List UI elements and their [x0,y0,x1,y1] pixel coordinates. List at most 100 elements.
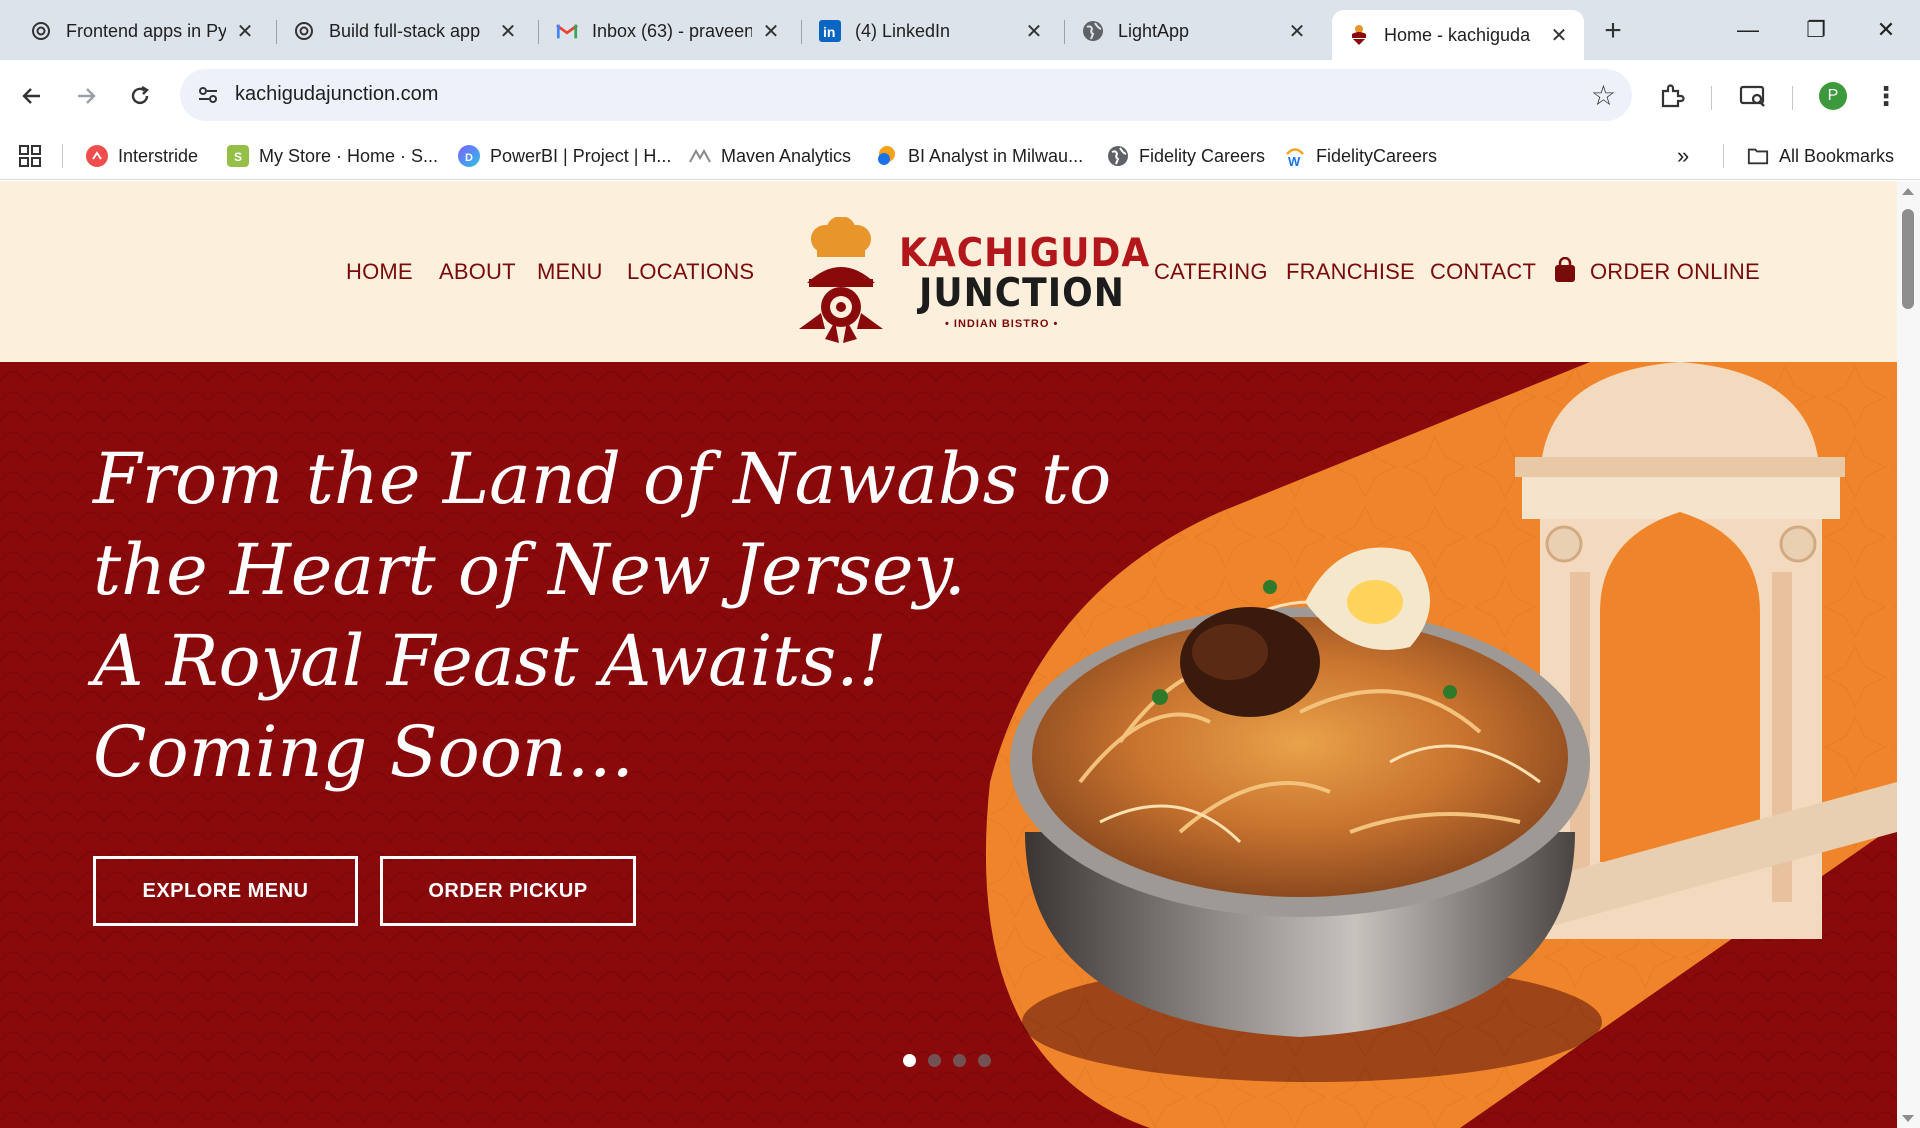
folder-icon [1747,145,1769,167]
bookmark-star-icon[interactable]: ☆ [1591,79,1616,112]
restore-button[interactable]: ❐ [1796,10,1836,50]
globe-icon [1107,145,1129,167]
nav-about[interactable]: ABOUT [439,259,516,285]
scroll-down-arrow-icon[interactable] [1902,1115,1914,1122]
bookmarks-bar: Interstride S My Store · Home · S... D P… [0,132,1920,180]
nav-menu[interactable]: MENU [537,259,603,285]
close-window-button[interactable]: ✕ [1866,10,1906,50]
interstride-icon [86,145,108,167]
logo-emblem-icon [799,217,883,343]
bookmark-interstride[interactable]: Interstride [86,142,198,170]
linkedin-icon: in [819,20,841,42]
carousel-dot-2[interactable] [928,1054,941,1067]
order-pickup-button[interactable]: ORDER PICKUP [380,856,636,926]
bookmark-maven-analytics[interactable]: Maven Analytics [689,142,851,170]
nav-catering[interactable]: CATERING [1154,259,1268,285]
toolbar-separator [1711,86,1712,110]
hero-line: From the Land of Nawabs to [93,438,1112,520]
nav-order-online[interactable]: ORDER ONLINE [1590,259,1760,285]
close-icon[interactable]: ✕ [1286,20,1308,43]
bookmark-label: Fidelity Careers [1139,145,1266,166]
tab-title: Build full-stack app [329,20,481,41]
bookmark-label: FidelityCareers [1316,145,1438,166]
globe-icon [1082,20,1104,42]
bookmark-my-store[interactable]: S My Store · Home · S... [227,142,438,170]
nav-contact[interactable]: CONTACT [1430,259,1536,285]
carousel-dot-4[interactable] [978,1054,991,1067]
hero-line: the Heart of New Jersey. [93,529,966,611]
tab-title: (4) LinkedIn [855,20,951,41]
tab-title: LightApp [1118,20,1190,41]
hero-headline: From the Land of Nawabs to the Heart of … [93,434,1112,798]
gmail-icon [556,20,578,42]
close-icon[interactable]: ✕ [497,20,519,43]
hero-line: A Royal Feast Awaits.! [93,620,887,702]
address-bar[interactable]: kachigudajunction.com ☆ [180,69,1632,121]
arrow-left-icon [22,88,40,104]
carousel-dot-1[interactable] [903,1054,916,1067]
logo-line-2: JUNCTION [919,270,1125,317]
close-icon[interactable]: ✕ [234,20,256,43]
minimize-button[interactable]: — [1728,10,1768,50]
svg-text:W: W [1288,154,1301,167]
bookmark-bi-analyst[interactable]: BI Analyst in Milwau... [876,142,1083,170]
maven-icon [689,145,711,167]
workday-icon: W [1284,145,1306,167]
bookmarks-separator [1723,144,1724,168]
logo-line-1: KACHIGUDA [899,230,1151,277]
scrollbar-thumb[interactable] [1902,209,1914,309]
bookmarks-separator [62,144,63,168]
bookmark-label: Maven Analytics [721,145,852,166]
carousel-dot-3[interactable] [953,1054,966,1067]
tab-kachiguda-home[interactable]: Home - kachiguda ✕ [1332,10,1584,60]
svg-text:in: in [823,24,835,40]
powerbi-icon: D [458,145,480,167]
bookmarks-overflow-button[interactable]: » [1677,142,1689,170]
apps-grid-icon[interactable] [18,142,42,170]
nav-franchise[interactable]: FRANCHISE [1286,259,1415,285]
new-tab-button[interactable]: + [1596,14,1630,48]
bookmark-fidelitycareers-workday[interactable]: W FidelityCareers [1284,142,1437,170]
close-icon[interactable]: ✕ [1023,20,1045,43]
tab-linkedin[interactable]: in (4) LinkedIn ✕ [789,10,1059,52]
nav-locations[interactable]: LOCATIONS [627,259,754,285]
bookmark-powerbi[interactable]: D PowerBI | Project | H... [458,142,671,170]
forward-button[interactable] [66,76,106,116]
webpage: HOME ABOUT MENU LOCATIONS KACHIGUDA JUNC… [0,181,1897,1128]
tab-search-icon[interactable] [1733,76,1773,116]
bookmark-label: All Bookmarks [1779,145,1895,166]
carousel-dots [903,1054,991,1067]
profile-button[interactable]: P [1813,76,1853,116]
bookmark-fidelity-careers[interactable]: Fidelity Careers [1107,142,1265,170]
url-text[interactable]: kachigudajunction.com [235,83,438,106]
tab-gmail-inbox[interactable]: Inbox (63) - praveen ✕ [526,10,796,52]
site-logo[interactable]: KACHIGUDA JUNCTION • INDIAN BISTRO • [795,211,1149,343]
reload-button[interactable] [120,76,160,116]
page-scrollbar[interactable] [1897,181,1920,1128]
hero-line: Coming Soon... [93,711,634,793]
back-button[interactable] [12,76,52,116]
openai-icon [30,20,52,42]
site-info-icon[interactable] [194,81,222,109]
kachiguda-icon [1348,24,1370,46]
extensions-icon[interactable] [1652,76,1692,116]
tab-frontend-apps[interactable]: Frontend apps in Py ✕ [0,10,270,52]
tab-lightapp[interactable]: LightApp ✕ [1052,10,1322,52]
shopping-bag-icon[interactable] [1553,256,1577,288]
all-bookmarks-button[interactable]: All Bookmarks [1747,142,1894,170]
scroll-up-arrow-icon[interactable] [1902,188,1914,195]
browser-toolbar: kachigudajunction.com ☆ P ⋮ [0,60,1920,132]
shopify-icon: S [227,145,249,167]
more-menu-icon[interactable]: ⋮ [1866,76,1906,116]
bi-icon [876,145,898,167]
arrow-right-icon [78,88,96,104]
tab-build-fullstack[interactable]: Build full-stack app ✕ [263,10,533,52]
openai-icon [293,20,315,42]
bookmark-label: PowerBI | Project | H... [490,145,672,166]
explore-menu-button[interactable]: EXPLORE MENU [93,856,358,926]
bookmark-label: My Store · Home · S... [259,145,439,166]
nav-home[interactable]: HOME [346,259,413,285]
close-icon[interactable]: ✕ [1548,24,1570,47]
tab-title: Frontend apps in Py [66,20,226,41]
close-icon[interactable]: ✕ [760,20,782,43]
